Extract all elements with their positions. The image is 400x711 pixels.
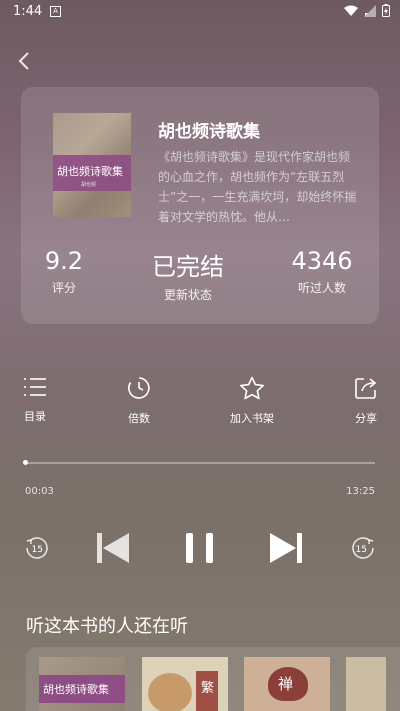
recommend-list: 胡也频诗歌集 繁 禅 — [26, 647, 400, 711]
rewind-15-button[interactable]: 15 — [24, 535, 50, 565]
pause-icon — [186, 533, 213, 563]
stat-status-value: 已完结 — [152, 253, 224, 281]
stat-rating-label: 评分 — [51, 281, 76, 295]
share-label: 分享 — [355, 412, 377, 425]
notification-icon: A — [50, 6, 61, 17]
stat-status: 已完结 更新状态 — [145, 247, 231, 303]
recommend-item-title: 禅 — [278, 675, 294, 693]
skip-previous-icon — [97, 533, 129, 563]
next-button[interactable] — [270, 533, 302, 567]
total-time: 13:25 — [346, 486, 375, 497]
book-description[interactable]: 《胡也频诗歌集》是现代作家胡也频的心血之作，胡也频作为“左联五烈士”之一，一生充… — [158, 147, 358, 227]
speed-dial-icon — [128, 377, 150, 399]
stat-listeners-value: 4346 — [291, 247, 353, 275]
battery-icon — [382, 4, 390, 17]
cover-title: 胡也频诗歌集 — [57, 165, 123, 178]
speed-button[interactable]: 倍数 — [104, 376, 174, 426]
stat-rating: 9.2 评分 — [39, 247, 89, 296]
share-button[interactable]: 分享 — [331, 376, 400, 426]
catalog-label: 目录 — [24, 410, 46, 423]
recommend-item[interactable] — [346, 657, 386, 711]
pause-button[interactable] — [184, 533, 216, 567]
add-to-shelf-button[interactable]: 加入书架 — [217, 376, 287, 426]
recommend-item-title: 繁 — [200, 681, 214, 696]
stat-status-label: 更新状态 — [163, 288, 212, 302]
recommend-item-title: 胡也频诗歌集 — [43, 683, 109, 696]
add-to-shelf-label: 加入书架 — [230, 412, 274, 425]
recommend-item[interactable]: 胡也频诗歌集 — [39, 657, 125, 711]
forward-15-text: 15 — [356, 545, 367, 555]
status-time: 1:44 — [13, 4, 43, 19]
signal-icon — [364, 4, 376, 17]
progress-handle[interactable] — [23, 460, 28, 465]
share-icon — [355, 378, 377, 399]
status-bar: 1:44 A — [0, 0, 400, 24]
star-icon — [239, 376, 265, 400]
previous-button[interactable] — [97, 533, 129, 567]
cover-subtitle: 胡也频 — [81, 182, 97, 188]
recommend-item[interactable]: 繁 — [142, 657, 228, 711]
book-title: 胡也频诗歌集 — [158, 122, 260, 142]
forward-15-icon: 15 — [352, 537, 374, 559]
speed-label: 倍数 — [128, 412, 150, 425]
list-icon — [24, 378, 46, 396]
book-info-card: 胡也频诗歌集 胡也频 胡也频诗歌集 《胡也频诗歌集》是现代作家胡也频的心血之作，… — [21, 87, 379, 324]
wifi-icon — [344, 5, 358, 16]
progress-bar[interactable] — [25, 462, 375, 464]
recommend-item[interactable]: 禅 — [244, 657, 330, 711]
book-cover[interactable]: 胡也频诗歌集 胡也频 — [53, 113, 131, 217]
stat-rating-value: 9.2 — [44, 247, 84, 275]
rewind-15-icon: 15 — [26, 537, 48, 559]
current-time: 00:03 — [25, 486, 54, 497]
rewind-15-text: 15 — [32, 545, 43, 555]
skip-next-icon — [270, 533, 302, 563]
back-arrow-icon[interactable] — [14, 50, 36, 72]
forward-15-button[interactable]: 15 — [350, 535, 376, 565]
recommend-title: 听这本书的人还在听 — [26, 616, 188, 637]
catalog-button[interactable]: 目录 — [0, 376, 70, 424]
stat-listeners-label: 听过人数 — [297, 281, 346, 295]
stat-listeners: 4346 听过人数 — [287, 247, 357, 296]
status-icons — [344, 4, 390, 17]
action-bar: 目录 倍数 加入书架 分享 — [0, 376, 400, 426]
